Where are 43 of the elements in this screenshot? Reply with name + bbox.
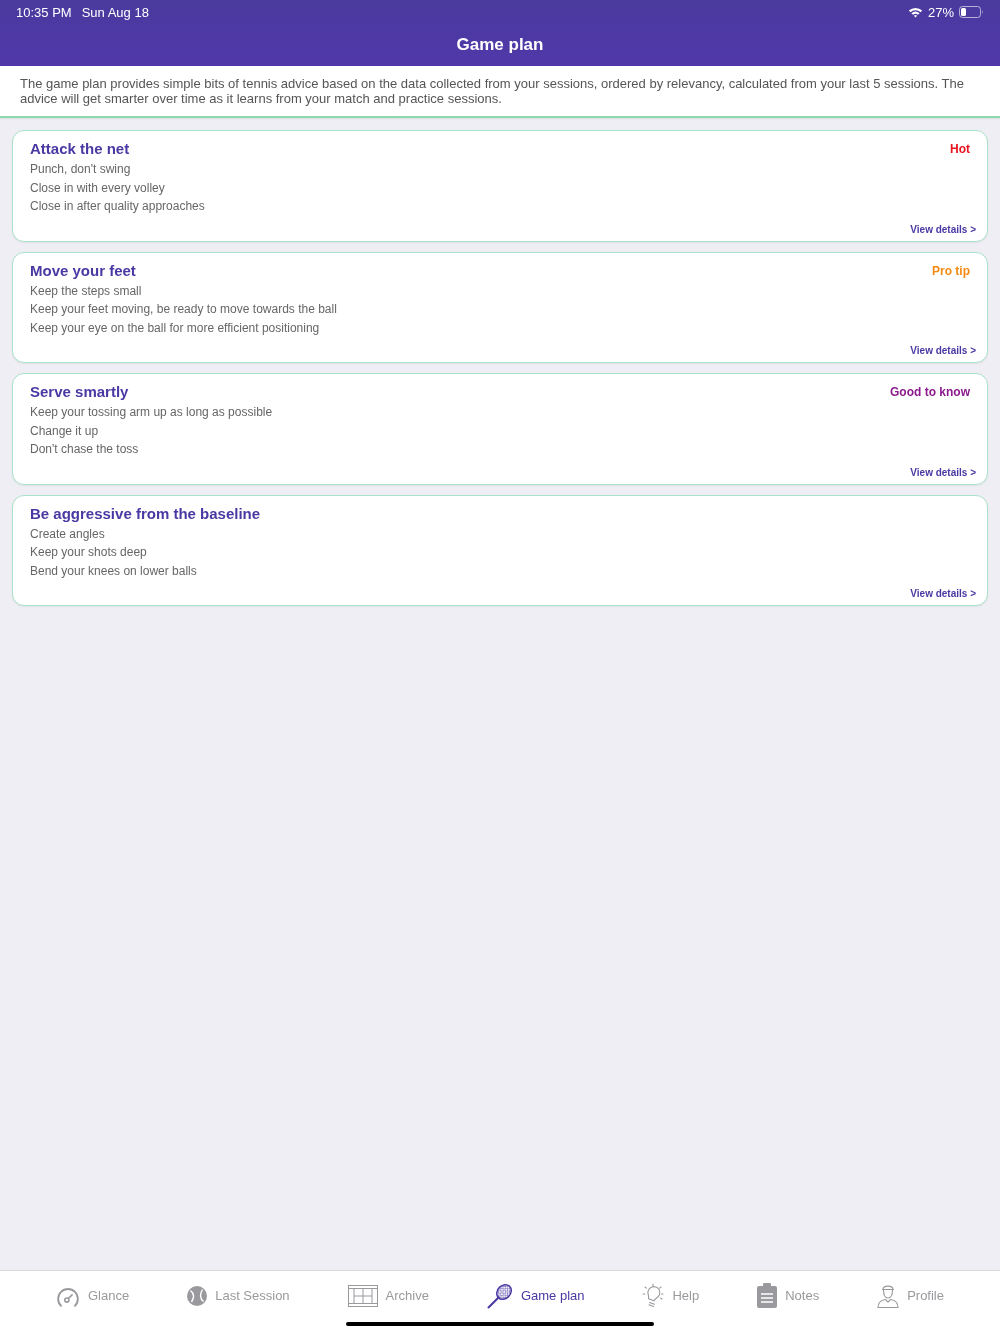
tip-text: Close in after quality approaches <box>30 198 206 215</box>
tip-text: Change it up <box>30 422 100 440</box>
tab-item[interactable]: Profile <box>877 1283 944 1308</box>
card-title: Serve smartly <box>30 382 129 402</box>
battery-percent: 27% <box>927 4 954 20</box>
tab-item[interactable]: Notes <box>757 1283 820 1308</box>
tip-text: Keep your tossing arm up as long as possible <box>30 404 274 421</box>
card-title: Be aggressive from the baseline <box>30 503 261 524</box>
view-details-link[interactable]: View details > <box>910 465 976 479</box>
tip-text: Keep your feet moving, be ready to move towards the ball <box>30 301 338 318</box>
intro-text: The game plan provides simple bits of tennis advice based on the data collected from your sessions, ordered by relevancy, calculated from your last 5 sessions. The advice will get smarter over time as it learns from your match and practice sessions. <box>0 66 1000 118</box>
card-title: Attack the net <box>30 139 130 159</box>
card-tag: Good to know <box>890 385 970 399</box>
tab-item[interactable]: Glance <box>56 1284 130 1307</box>
tennis-ball-icon <box>187 1285 208 1306</box>
clipboard-icon <box>757 1283 778 1308</box>
battery-icon <box>959 6 984 18</box>
tab-item[interactable]: Archive <box>347 1284 429 1307</box>
view-details-link[interactable]: View details > <box>910 587 976 600</box>
tip-text: Keep your eye on the ball for more efficient positioning <box>30 319 321 337</box>
status-date: Sun Aug 18 <box>81 4 149 20</box>
tip-text: Keep the steps small <box>30 282 143 300</box>
tip-text: Create angles <box>30 525 106 543</box>
tip-text: Punch, don't swing <box>30 161 132 178</box>
page-title: Game plan <box>456 34 544 56</box>
tab-item[interactable]: Last Session <box>187 1285 290 1306</box>
tab-item[interactable]: Help <box>642 1283 700 1308</box>
wifi-icon <box>907 6 923 18</box>
court-icon <box>347 1284 378 1307</box>
view-details-link[interactable]: View details > <box>910 344 976 357</box>
tip-text: Close in with every volley <box>30 179 166 197</box>
status-time: 10:35 PM <box>16 4 72 20</box>
racket-icon <box>486 1282 513 1309</box>
card-title: Move your feet <box>30 260 136 281</box>
tip-text: Bend your knees on lower balls <box>30 562 198 580</box>
tip-text: Don't chase the toss <box>30 441 140 458</box>
lightbulb-icon <box>642 1283 665 1308</box>
card-tag: Hot <box>950 142 970 156</box>
tab-item[interactable]: Game plan <box>486 1282 585 1309</box>
view-details-link[interactable]: View details > <box>910 222 976 236</box>
tip-text: Keep your shots deep <box>30 544 148 561</box>
card-tag: Pro tip <box>932 263 970 278</box>
person-icon <box>877 1283 900 1308</box>
